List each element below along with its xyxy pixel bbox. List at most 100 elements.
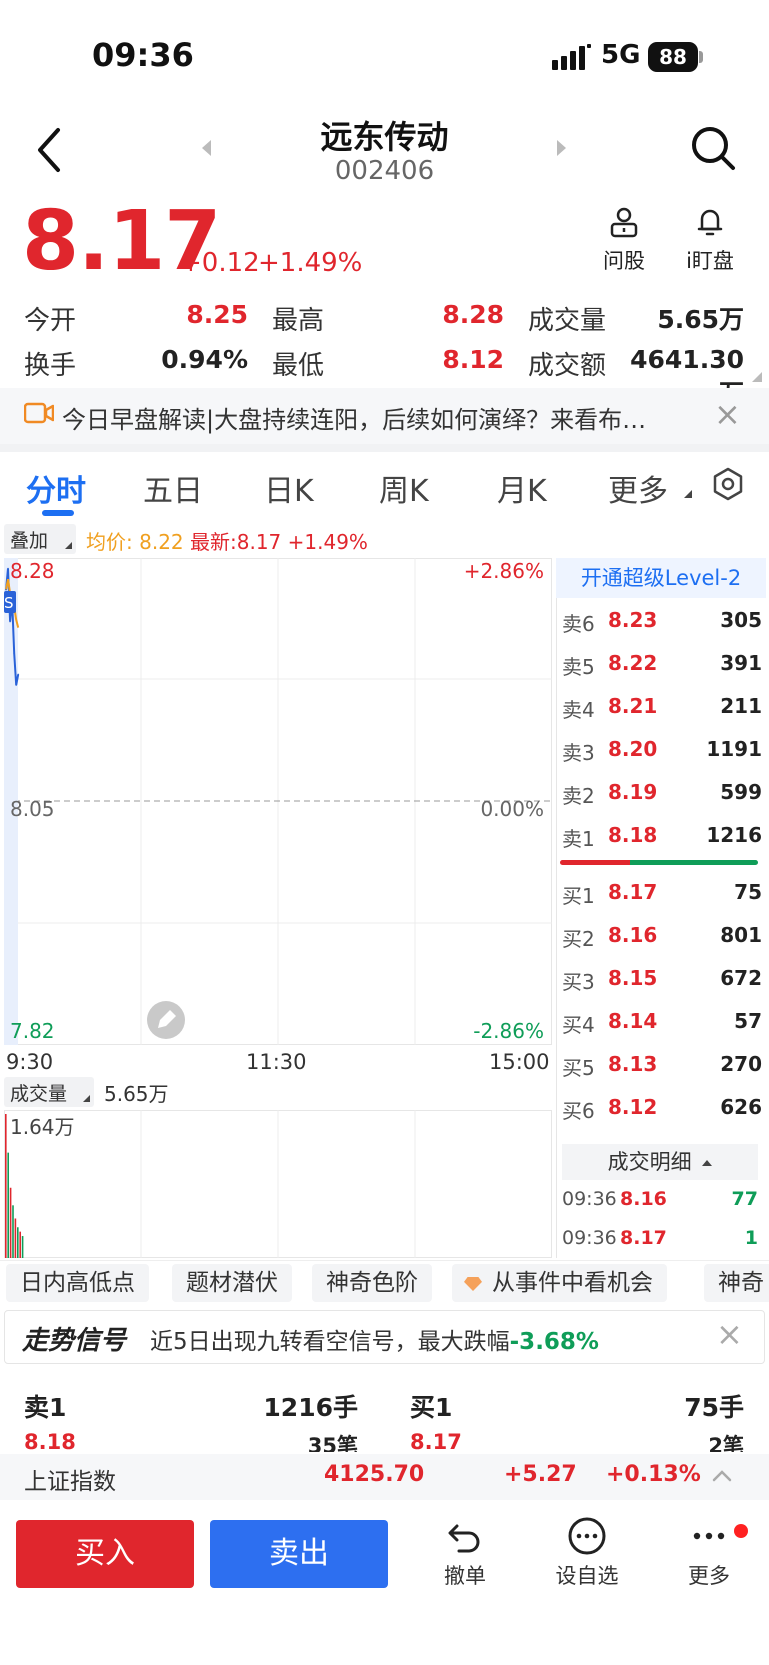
- chip-magic-color[interactable]: 神奇色阶: [312, 1264, 432, 1302]
- chevron-up-icon[interactable]: [712, 1466, 732, 1486]
- buy1-price: 8.17: [410, 1430, 462, 1452]
- price-point: [5, 588, 7, 591]
- watch-button[interactable]: i盯盘: [670, 205, 750, 275]
- signal-title: 走势信号: [22, 1326, 127, 1356]
- buy1-label: 买1: [410, 1393, 453, 1422]
- open-label: 今开: [24, 306, 77, 336]
- news-close-button[interactable]: ×: [714, 398, 741, 430]
- chip-intraday-high-low[interactable]: 日内高低点: [6, 1264, 149, 1302]
- sell1-volume: 1216手: [263, 1393, 358, 1422]
- index-name: 上证指数: [24, 1469, 116, 1495]
- news-text[interactable]: 今日早盘解读|大盘持续连阳，后续如何演绎？来看布…: [62, 400, 682, 435]
- tab-daily-k[interactable]: 日K: [264, 466, 314, 510]
- high-label: 最高: [272, 306, 325, 336]
- price-point: [7, 567, 9, 570]
- ask-row: 卖6 8.23 305: [562, 608, 762, 636]
- notification-dot: [734, 1524, 748, 1538]
- bid-row: 买1 8.17 75: [562, 880, 762, 908]
- sell-signal-marker: S: [4, 594, 14, 612]
- volume-caret-icon: [83, 1095, 90, 1102]
- sell1-label: 卖1: [24, 1393, 67, 1422]
- turnover-label: 换手: [24, 351, 77, 381]
- stock-code: 002406: [334, 156, 435, 186]
- settings-hexagon-icon[interactable]: [711, 467, 745, 501]
- price-change-percent: +1.49%: [258, 248, 363, 278]
- bid-ask-ratio-red: [560, 860, 630, 865]
- volume-value: 5.65万: [657, 305, 744, 334]
- tab-monthly-k[interactable]: 月K: [497, 466, 547, 510]
- intraday-price-chart[interactable]: S 8.28 +2.86% 8.05 0.00% 7.82 -2.86%: [4, 558, 552, 1045]
- signal-text: 近5日出现九转看空信号，最大跌幅-3.68%: [150, 1329, 599, 1355]
- turnover-value: 0.94%: [161, 345, 248, 374]
- volume-label: 成交量: [528, 306, 607, 336]
- signal-strength-icon: [552, 44, 591, 70]
- avg-latest-line: 均价: 8.22 最新:8.17 +1.49%: [86, 526, 368, 555]
- bell-icon: [697, 209, 723, 236]
- chip-event-label: 从事件中看机会: [492, 1270, 653, 1296]
- index-change: +5.27: [504, 1462, 577, 1487]
- network-type: 5G: [601, 40, 641, 70]
- buy-button[interactable]: 买入: [16, 1520, 194, 1588]
- volume-bar: [14, 1218, 17, 1258]
- latest-pct: +1.49%: [287, 530, 368, 554]
- chip-event-opportunity[interactable]: 从事件中看机会: [452, 1264, 667, 1302]
- high-value: 8.28: [442, 300, 504, 329]
- pct-mid-label: 0.00%: [480, 797, 544, 821]
- volume-chart: 1.64万: [4, 1110, 552, 1258]
- bid-row: 买5 8.13 270: [562, 1052, 762, 1080]
- volume-bar: [19, 1231, 21, 1258]
- caret-up-icon: [702, 1160, 713, 1166]
- person-icon: [610, 207, 638, 238]
- status-time: 09:36: [92, 36, 194, 74]
- more-dots-icon: [693, 1532, 725, 1540]
- x-label-close: 15:00: [489, 1050, 550, 1074]
- ask-stock-label: 问股: [603, 249, 645, 273]
- diamond-icon: [464, 1277, 482, 1291]
- signal-value: -3.68%: [509, 1329, 599, 1355]
- add-watchlist-label: 设自选: [555, 1564, 619, 1588]
- bid-row: 买6 8.12 626: [562, 1095, 762, 1123]
- bid-row: 买3 8.15 672: [562, 966, 762, 994]
- next-stock-arrow-icon[interactable]: [557, 140, 566, 156]
- ask-row: 卖1 8.18 1216: [562, 823, 762, 851]
- tab-weekly-k[interactable]: 周K: [379, 466, 429, 510]
- overlay-label: 叠加: [10, 530, 49, 552]
- undo-icon: [448, 1524, 480, 1553]
- price-point: [13, 652, 15, 655]
- buy1-count: 2笔: [708, 1434, 744, 1452]
- sell-button[interactable]: 卖出: [210, 1520, 388, 1588]
- price-point: [9, 620, 11, 623]
- amount-label: 成交额: [528, 351, 607, 381]
- ask-stock-button[interactable]: 问股: [584, 205, 664, 275]
- chart-edit-icon[interactable]: [147, 1001, 185, 1039]
- trade-detail-button[interactable]: 成交明细: [562, 1144, 758, 1180]
- chip-magic-cut[interactable]: 神奇: [704, 1264, 769, 1302]
- search-icon[interactable]: [690, 125, 736, 171]
- y-high-label: 8.28: [10, 559, 55, 583]
- volume-bar: [5, 1114, 7, 1258]
- level2-upgrade-button[interactable]: 开通超级Level-2: [556, 558, 766, 598]
- chip-theme-ambush[interactable]: 题材潜伏: [172, 1264, 292, 1302]
- watch-label: i盯盘: [686, 249, 734, 273]
- tab-more[interactable]: 更多: [608, 466, 668, 510]
- tab-intraday[interactable]: 分时: [26, 466, 86, 510]
- signal-close-button[interactable]: ×: [716, 1318, 743, 1350]
- overlay-caret-icon: [65, 542, 72, 549]
- ask-row: 卖2 8.19 599: [562, 780, 762, 808]
- volume-max-label: 1.64万: [10, 1115, 75, 1139]
- battery-tip: [699, 51, 703, 63]
- y-low-label: 7.82: [10, 1019, 55, 1043]
- ask-row: 卖5 8.22 391: [562, 651, 762, 679]
- overlay-button[interactable]: 叠加: [4, 524, 76, 554]
- add-watchlist-button[interactable]: 设自选: [542, 1516, 632, 1590]
- volume-grid: [4, 1110, 552, 1258]
- sell1-count: 35笔: [307, 1434, 358, 1452]
- volume-total: 5.65万: [104, 1082, 169, 1106]
- chart-grid: [4, 558, 552, 1045]
- pct-low-label: -2.86%: [473, 1019, 544, 1043]
- sell1-price: 8.18: [24, 1430, 76, 1452]
- cancel-order-button[interactable]: 撤单: [420, 1516, 510, 1590]
- volume-indicator-button[interactable]: 成交量: [4, 1077, 94, 1107]
- expand-corner-icon[interactable]: [752, 372, 762, 382]
- tab-five-day[interactable]: 五日: [143, 466, 203, 510]
